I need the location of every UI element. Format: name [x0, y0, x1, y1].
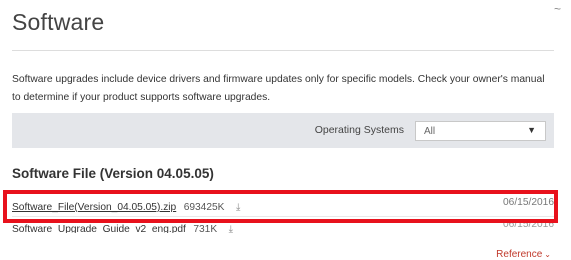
chevron-down-icon: ▼ [527, 125, 536, 135]
reference-label: Reference [496, 249, 543, 260]
download-icon[interactable]: ⤓ [229, 224, 233, 233]
highlight-annotation [3, 190, 558, 223]
page-title: Software [12, 9, 105, 35]
os-select-dropdown[interactable]: All ▼ [415, 121, 546, 141]
os-filter-label: Operating Systems [314, 124, 404, 136]
title-divider [12, 50, 554, 51]
chevron-down-icon: ⌄ [544, 250, 551, 259]
collapse-toggle-icon[interactable]: ~ [554, 2, 561, 16]
file-size: 731K [193, 224, 218, 233]
software-description: Software upgrades include device drivers… [12, 74, 545, 103]
software-file-heading: Software File (Version 04.05.05) [12, 166, 214, 181]
os-select-value: All [424, 126, 436, 137]
file-download-link[interactable]: Software_Upgrade_Guide_v2_eng.pdf [12, 224, 186, 233]
reference-link[interactable]: Reference ⌄ [496, 249, 551, 260]
os-filter-bar: Operating Systems All ▼ [12, 113, 554, 148]
